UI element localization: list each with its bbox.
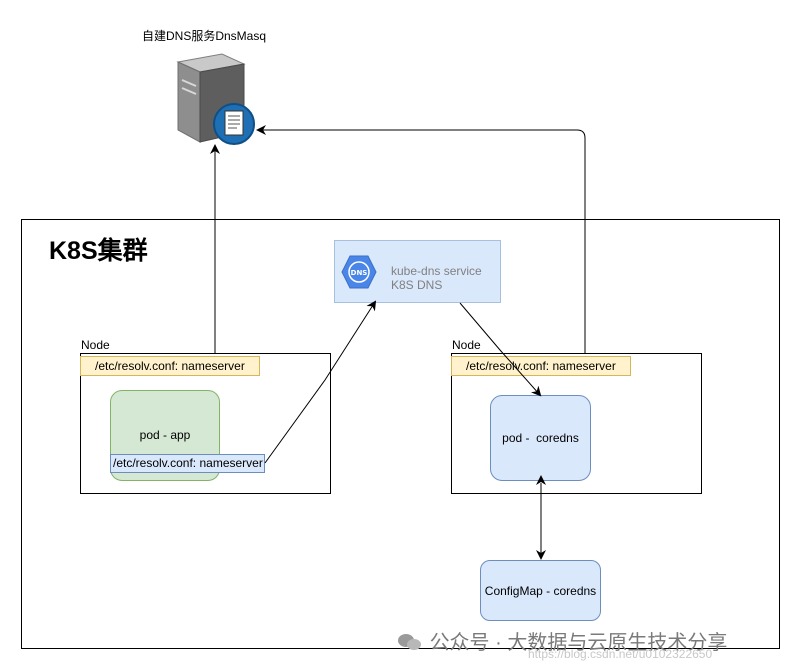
arrow-pod-to-service [264, 300, 377, 464]
arrow-service-to-coredns [459, 302, 542, 397]
url-watermark: https://blog.csdn.net/u0102322650 [528, 647, 713, 661]
wechat-icon [398, 632, 424, 652]
connector-arrows [210, 125, 586, 560]
arrow-right-node-to-dnsmasq [256, 125, 586, 353]
